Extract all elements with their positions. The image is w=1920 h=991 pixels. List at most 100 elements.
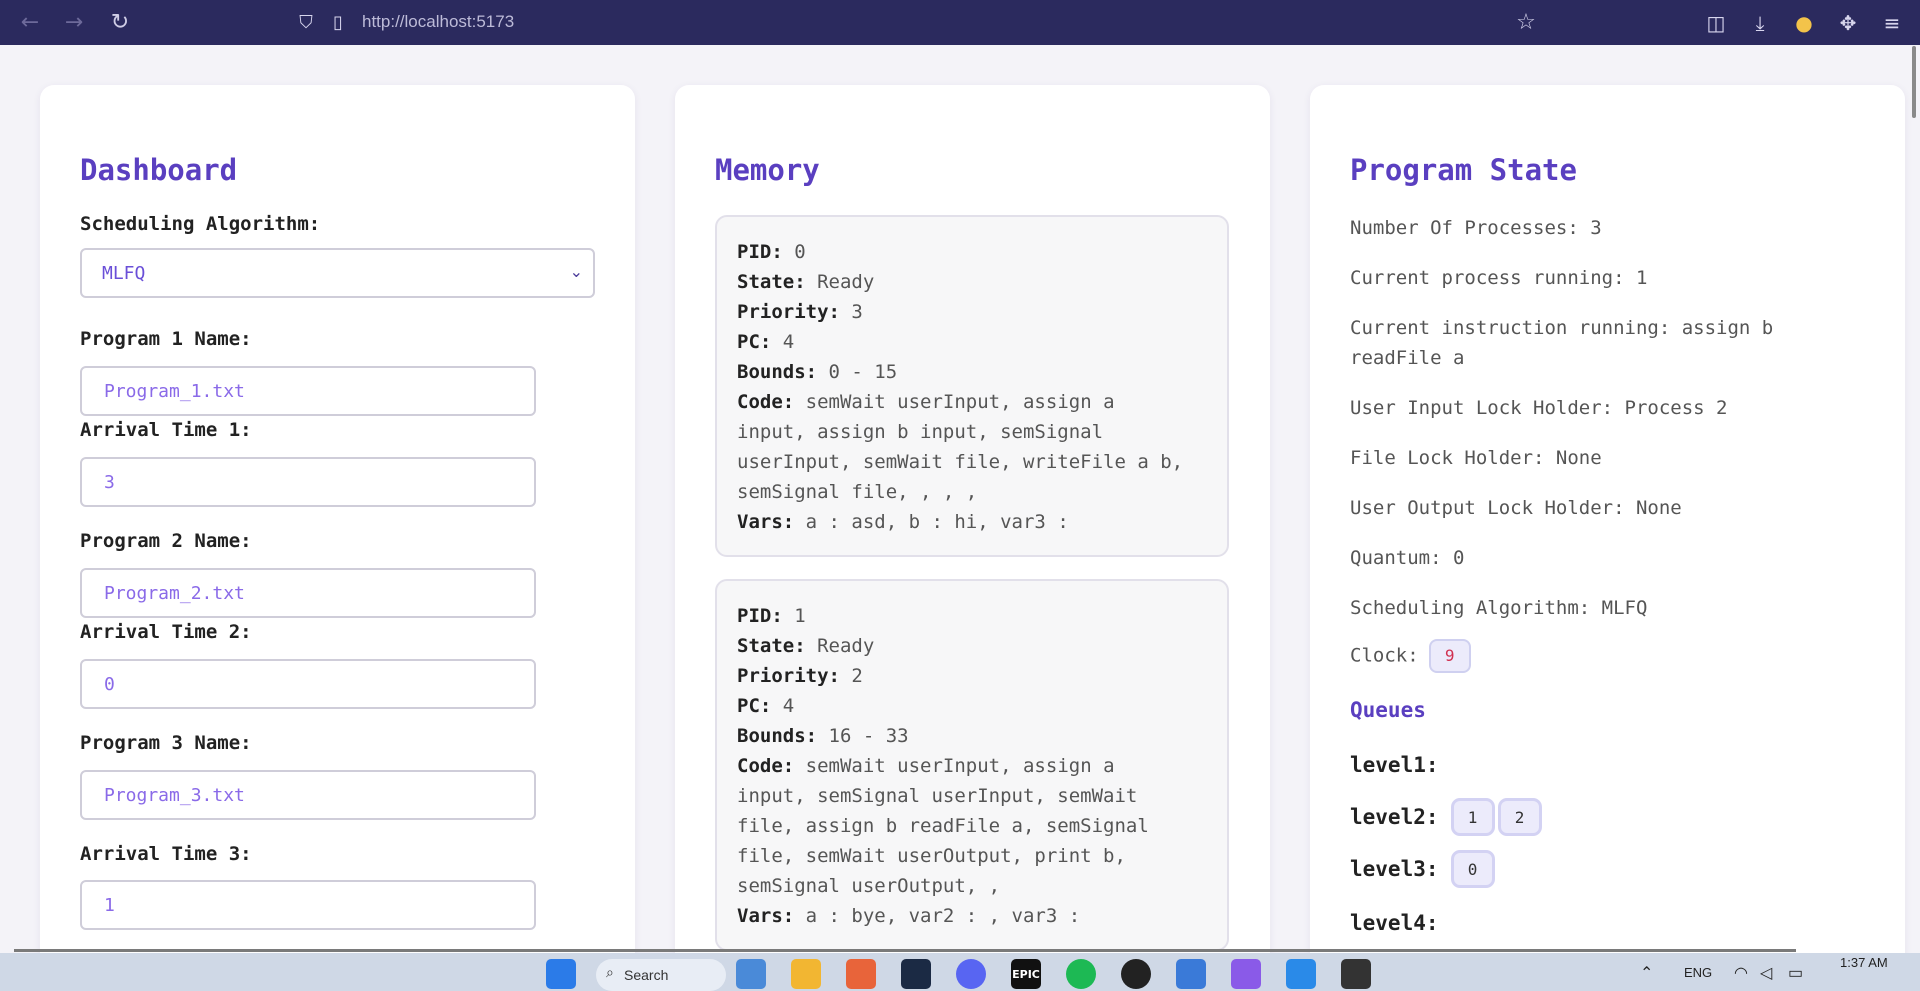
clock-badge: 9 — [1428, 639, 1471, 673]
arrival-time-1-value: 3 — [104, 471, 115, 493]
widgets-icon[interactable] — [736, 959, 766, 989]
battery-icon[interactable]: ▭ — [1788, 963, 1803, 983]
extensions-icon[interactable]: ✥ — [1826, 0, 1870, 45]
search-icon: ⌕ — [606, 965, 614, 981]
discord-icon[interactable] — [956, 959, 986, 989]
process-pc: PC: 4 — [737, 331, 795, 353]
algorithm-select-value: MLFQ — [102, 262, 146, 284]
url-text[interactable]: http://localhost:5173 — [362, 12, 514, 32]
queue-process-badge: 1 — [1450, 798, 1495, 836]
process-pc: PC: 4 — [737, 695, 795, 717]
taskbar: ⌕ Search EPIC ⌃ ENG ◠ ◁ ▭ 1:37 AM — [0, 953, 1920, 991]
program-2-name-input[interactable]: Program_2.txt — [80, 568, 536, 618]
download-icon[interactable]: ⤓ — [1738, 0, 1782, 45]
start-icon[interactable] — [546, 959, 576, 989]
process-code-line: input, semSignal userInput, semWait — [737, 785, 1138, 807]
program-1-name-value: Program_1.txt — [104, 380, 245, 402]
volume-icon[interactable]: ◁ — [1760, 963, 1772, 983]
queue-level-2: level2: 1 2 — [1350, 797, 1545, 837]
queue-level-4: level4: — [1350, 903, 1451, 943]
epic-games-icon[interactable]: EPIC — [1011, 959, 1041, 989]
num-processes-text: Number Of Processes: 3 — [1350, 217, 1602, 239]
page-content: Dashboard Scheduling Algorithm: MLFQ ⌄ P… — [0, 45, 1920, 953]
clock-row: Clock: 9 — [1350, 639, 1471, 673]
horizontal-scrollbar[interactable] — [14, 949, 1796, 952]
process-priority: Priority: 2 — [737, 665, 863, 687]
program-3-name-value: Program_3.txt — [104, 784, 245, 806]
menu-icon[interactable]: ≡ — [1870, 0, 1914, 45]
firefox-icon[interactable] — [846, 959, 876, 989]
vscode-icon[interactable] — [1286, 959, 1316, 989]
arrival-time-1-label: Arrival Time 1: — [80, 419, 252, 441]
algorithm-text: Scheduling Algorithm: MLFQ — [1350, 597, 1648, 619]
arrival-time-2-input[interactable]: 0 — [80, 659, 536, 709]
arrival-time-3-input[interactable]: 1 — [80, 880, 536, 930]
arrival-time-1-input[interactable]: 3 — [80, 457, 536, 507]
queue-level-1: level1: — [1350, 745, 1451, 785]
arrival-time-2-value: 0 — [104, 673, 115, 695]
process-state: State: Ready — [737, 271, 875, 293]
process-code-line: semSignal file, , , , — [737, 481, 978, 503]
copilot-icon[interactable] — [1231, 959, 1261, 989]
razer-icon[interactable] — [1121, 959, 1151, 989]
bookmark-star-icon[interactable]: ☆ — [1508, 4, 1544, 40]
program-2-name-value: Program_2.txt — [104, 582, 245, 604]
current-process-text: Current process running: 1 — [1350, 267, 1648, 289]
taskbar-search[interactable]: ⌕ Search — [596, 959, 726, 991]
process-card: PID: 0 State: Ready Priority: 3 PC: 4 Bo… — [715, 215, 1229, 557]
forward-arrow-icon[interactable]: → — [52, 0, 96, 45]
file-explorer-icon[interactable] — [791, 959, 821, 989]
queue-level-3: level3: 0 — [1350, 849, 1498, 889]
queue-process-badge: 0 — [1450, 850, 1495, 888]
process-pid: PID: 1 — [737, 605, 806, 627]
arrival-time-3-label: Arrival Time 3: — [80, 843, 252, 865]
file-lock-text: File Lock Holder: None — [1350, 447, 1602, 469]
process-card: PID: 1 State: Ready Priority: 2 PC: 4 Bo… — [715, 579, 1229, 951]
program-state-card: Program State Number Of Processes: 3 Cur… — [1310, 85, 1905, 953]
arrival-time-3-value: 1 — [104, 894, 115, 916]
program-1-name-label: Program 1 Name: — [80, 328, 252, 350]
browser-toolbar: ← → ↻ ⛉ ▯ http://localhost:5173 ☆ ◫ ⤓ ● … — [0, 0, 1920, 45]
dashboard-title: Dashboard — [80, 153, 238, 187]
input-lock-text: User Input Lock Holder: Process 2 — [1350, 397, 1728, 419]
process-vars: Vars: a : bye, var2 : , var3 : — [737, 905, 1081, 927]
process-code-line: file, assign b readFile a, semSignal — [737, 815, 1149, 837]
profile-icon[interactable]: ● — [1782, 0, 1826, 45]
spotify-icon[interactable] — [1066, 959, 1096, 989]
process-pid: PID: 0 — [737, 241, 806, 263]
shield-icon[interactable]: ⛉ — [290, 4, 322, 40]
process-state: State: Ready — [737, 635, 875, 657]
wifi-icon[interactable]: ◠ — [1734, 963, 1748, 983]
current-instruction-text: Current instruction running: assign b — [1350, 317, 1774, 339]
process-vars: Vars: a : asd, b : hi, var3 : — [737, 511, 1069, 533]
program-state-title: Program State — [1350, 153, 1577, 187]
process-priority: Priority: 3 — [737, 301, 863, 323]
steam-icon[interactable] — [901, 959, 931, 989]
notepad-icon[interactable] — [1176, 959, 1206, 989]
algorithm-label: Scheduling Algorithm: — [80, 213, 321, 235]
browser-tools: ◫ ⤓ ● ✥ ≡ — [1694, 0, 1914, 45]
vertical-scrollbar[interactable] — [1912, 46, 1916, 118]
back-arrow-icon[interactable]: ← — [8, 0, 52, 45]
output-lock-text: User Output Lock Holder: None — [1350, 497, 1682, 519]
process-bounds: Bounds: 0 - 15 — [737, 361, 898, 383]
queues-title: Queues — [1350, 698, 1426, 722]
dashboard-card: Dashboard Scheduling Algorithm: MLFQ ⌄ P… — [40, 85, 635, 953]
process-code: Code: semWait userInput, assign a — [737, 391, 1115, 413]
program-3-name-input[interactable]: Program_3.txt — [80, 770, 536, 820]
page-icon[interactable]: ▯ — [322, 4, 354, 40]
algorithm-select[interactable]: MLFQ ⌄ — [80, 248, 595, 298]
language-indicator[interactable]: ENG — [1684, 965, 1712, 980]
reload-icon[interactable]: ↻ — [98, 0, 142, 45]
chevron-up-icon[interactable]: ⌃ — [1640, 963, 1653, 983]
arrival-time-2-label: Arrival Time 2: — [80, 621, 252, 643]
program-1-name-input[interactable]: Program_1.txt — [80, 366, 536, 416]
queue-process-badge: 2 — [1497, 798, 1542, 836]
memory-title: Memory — [715, 153, 820, 187]
terminal-icon[interactable] — [1341, 959, 1371, 989]
level-label: level4: — [1350, 911, 1439, 935]
clock-time[interactable]: 1:37 AM — [1840, 955, 1888, 970]
level-label: level2: — [1350, 805, 1439, 829]
pocket-icon[interactable]: ◫ — [1694, 0, 1738, 45]
url-bar[interactable]: ⛉ ▯ http://localhost:5173 — [290, 4, 1550, 40]
